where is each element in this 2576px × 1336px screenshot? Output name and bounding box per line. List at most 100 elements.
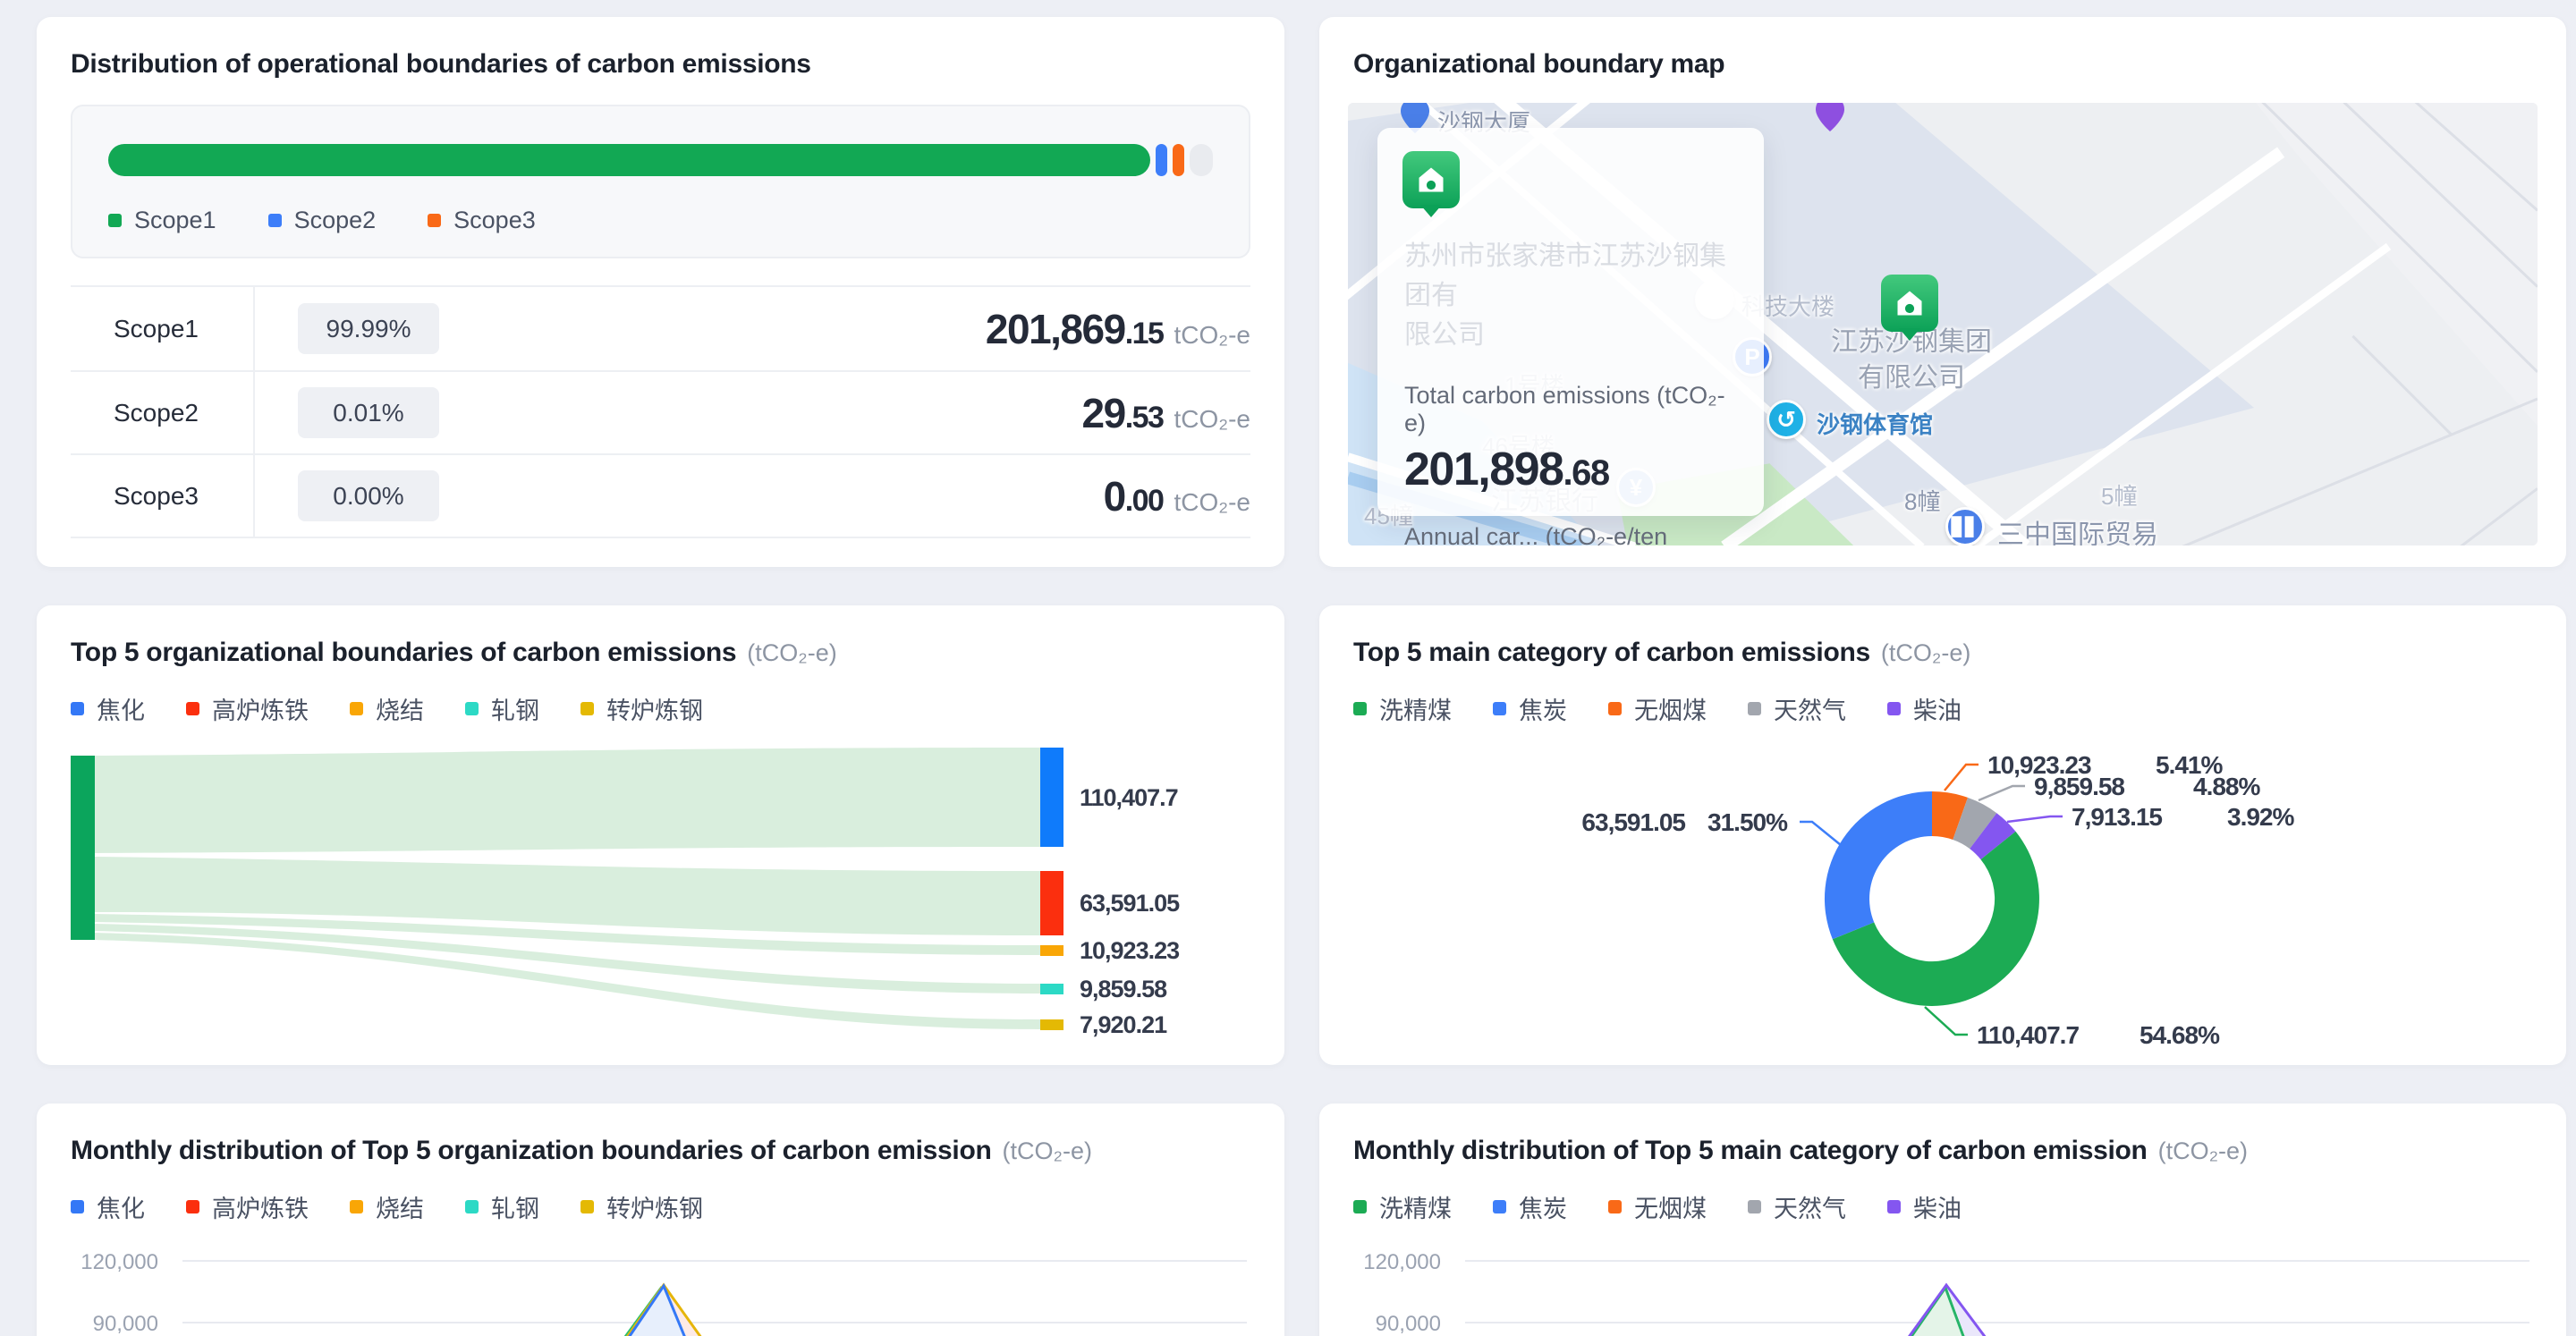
- table-row-scope1: Scope1 99.99% 201,869.15tCO₂-e: [71, 287, 1250, 370]
- legend-swatch: [1493, 702, 1506, 715]
- sankey-node-jiaohua[interactable]: [1040, 748, 1063, 847]
- legend-item-scope1[interactable]: Scope1: [108, 207, 216, 234]
- legend-item[interactable]: 柴油: [1887, 691, 1962, 726]
- legend-label: 焦化: [97, 1189, 145, 1224]
- sankey-value-label: 7,920.21: [1080, 1011, 1167, 1038]
- legend-swatch: [1608, 1200, 1622, 1213]
- purple-pin-icon[interactable]: [1815, 103, 1845, 131]
- legend-item[interactable]: 轧钢: [465, 691, 539, 726]
- sankey-node-gaolu[interactable]: [1040, 871, 1063, 935]
- legend-item[interactable]: 烧结: [350, 1189, 424, 1224]
- donut-label-pct: 31.50%: [1707, 808, 1788, 836]
- donut-label-pct: 3.92%: [2227, 803, 2294, 831]
- legend-label: Scope2: [294, 207, 377, 234]
- legend-label: 柴油: [1913, 691, 1962, 726]
- card-title: Monthly distribution of Top 5 organizati…: [71, 1136, 992, 1166]
- legend-label: Scope3: [453, 207, 536, 234]
- popup-total-int: 201,898: [1404, 443, 1563, 496]
- legend-swatch: [1887, 702, 1901, 715]
- legend-item[interactable]: 柴油: [1887, 1189, 1962, 1224]
- table-row-scope3: Scope3 0.00% 0.00tCO₂-e: [71, 453, 1250, 537]
- row-label: Scope2: [71, 372, 255, 453]
- donut-legend: 洗精煤 焦炭 无烟煤 天然气 柴油: [1353, 691, 2532, 726]
- legend-label: 高炉炼铁: [212, 691, 309, 726]
- monthly-org-legend: 焦化 高炉炼铁 烧结 轧钢 转炉炼钢: [71, 1189, 1250, 1224]
- stadium-icon[interactable]: ↺: [1767, 400, 1806, 439]
- legend-item[interactable]: 洗精煤: [1353, 691, 1452, 726]
- legend-item[interactable]: 天然气: [1748, 691, 1846, 726]
- map-label-company-line2: 有限公司: [1777, 355, 2046, 394]
- legend-item[interactable]: 焦化: [71, 1189, 145, 1224]
- popup-site-marker-icon: [1402, 151, 1460, 208]
- sankey-chart[interactable]: 110,407.7 63,591.05 10,923.23 9,859.58 7…: [71, 735, 1251, 1044]
- donut-label-value: 7,913.15: [2072, 803, 2162, 831]
- scope1-bar-segment[interactable]: [108, 144, 1150, 176]
- sankey-value-label: 10,923.23: [1080, 937, 1180, 964]
- leader-line: [1945, 765, 1979, 791]
- popup-company-line2: 限公司: [1404, 316, 1737, 355]
- sankey-node-shaojie[interactable]: [1040, 945, 1063, 956]
- sankey-flow[interactable]: [95, 748, 1040, 853]
- legend-item[interactable]: 高炉炼铁: [186, 1189, 309, 1224]
- card-title: Distribution of operational boundaries o…: [71, 49, 811, 80]
- legend-item[interactable]: 高炉炼铁: [186, 691, 309, 726]
- card-title: Top 5 organizational boundaries of carbo…: [71, 638, 736, 668]
- sankey-legend: 焦化 高炉炼铁 烧结 轧钢 转炉炼钢: [71, 691, 1250, 726]
- legend-item[interactable]: 焦化: [71, 691, 145, 726]
- table-row-scope2: Scope2 0.01% 29.53tCO₂-e: [71, 370, 1250, 453]
- trade-building-icon[interactable]: ▊▋: [1945, 507, 1985, 545]
- legend-label: 无烟煤: [1634, 1189, 1707, 1224]
- y-tick: 90,000: [1376, 1312, 1441, 1336]
- legend-item[interactable]: 轧钢: [465, 1189, 539, 1224]
- value-unit: tCO₂-e: [1174, 321, 1250, 350]
- legend-item[interactable]: 焦炭: [1493, 691, 1567, 726]
- sankey-node-zhuanlu[interactable]: [1040, 1019, 1063, 1030]
- legend-item-scope2[interactable]: Scope2: [268, 207, 377, 234]
- value-dec: .53: [1125, 401, 1164, 435]
- legend-swatch: [1493, 1200, 1506, 1213]
- scope-distribution-card: Distribution of operational boundaries o…: [37, 17, 1284, 567]
- legend-item[interactable]: 焦炭: [1493, 1189, 1567, 1224]
- legend-label: 焦炭: [1519, 691, 1567, 726]
- scope-stacked-bar: [108, 144, 1213, 176]
- donut-chart[interactable]: 10,923.23 5.41% 9,859.58 4.88% 7,913.15 …: [1353, 735, 2532, 1057]
- monthly-org-line-chart[interactable]: 120,000 90,000 60,000: [71, 1242, 1251, 1336]
- legend-item[interactable]: 天然气: [1748, 1189, 1846, 1224]
- sankey-node-zhagang[interactable]: [1040, 984, 1063, 994]
- legend-swatch: [1748, 702, 1761, 715]
- legend-label: 烧结: [376, 1189, 424, 1224]
- legend-label: 洗精煤: [1379, 691, 1452, 726]
- legend-swatch: [465, 1200, 479, 1213]
- donut-slice-jiaotan[interactable]: [1825, 791, 1932, 939]
- map-label-trade-line1: 三中国际贸易: [1997, 512, 2158, 545]
- legend-label: 转炉炼钢: [606, 1189, 703, 1224]
- legend-swatch: [71, 1200, 84, 1213]
- card-title: Top 5 main category of carbon emissions: [1353, 638, 1870, 668]
- legend-item[interactable]: 烧结: [350, 691, 424, 726]
- map[interactable]: 1号楼 46号楼 45幢 江苏银行 ¥ 沙钢大厦 江苏沙钢集团 有限公司 科技大…: [1348, 103, 2538, 545]
- scope3-bar-segment[interactable]: [1173, 144, 1184, 176]
- monthly-cat-line-chart[interactable]: 120,000 90,000 60,000: [1353, 1242, 2534, 1336]
- popup-company-line1: 苏州市张家港市江苏沙钢集团有: [1404, 237, 1737, 316]
- legend-item[interactable]: 转炉炼钢: [580, 1189, 703, 1224]
- scope-bar-panel: Scope1 Scope2 Scope3: [71, 105, 1250, 258]
- legend-item[interactable]: 洗精煤: [1353, 1189, 1452, 1224]
- legend-label: 焦化: [97, 691, 145, 726]
- card-unit: (tCO₂-e): [1003, 1137, 1092, 1165]
- legend-label: Scope1: [134, 207, 216, 234]
- leader-line: [2007, 816, 2063, 822]
- legend-label: 洗精煤: [1379, 1189, 1452, 1224]
- legend-item[interactable]: 转炉炼钢: [580, 691, 703, 726]
- percent-badge: 99.99%: [298, 303, 439, 354]
- donut-label-pct: 54.68%: [2140, 1021, 2220, 1049]
- legend-item[interactable]: 无烟煤: [1608, 691, 1707, 726]
- site-info-popup: 苏州市张家港市江苏沙钢集团有 限公司 Total carbon emission…: [1377, 128, 1764, 516]
- legend-item[interactable]: 无烟煤: [1608, 1189, 1707, 1224]
- legend-swatch: [71, 702, 84, 715]
- legend-label: 焦炭: [1519, 1189, 1567, 1224]
- selected-site-marker-icon[interactable]: [1881, 275, 1938, 332]
- legend-item-scope3[interactable]: Scope3: [428, 207, 536, 234]
- popup-annual-label: Annual car... (tCO₂-e/ten thousand): [1404, 523, 1737, 545]
- scope2-bar-segment[interactable]: [1156, 144, 1167, 176]
- sankey-source-node[interactable]: [71, 756, 95, 940]
